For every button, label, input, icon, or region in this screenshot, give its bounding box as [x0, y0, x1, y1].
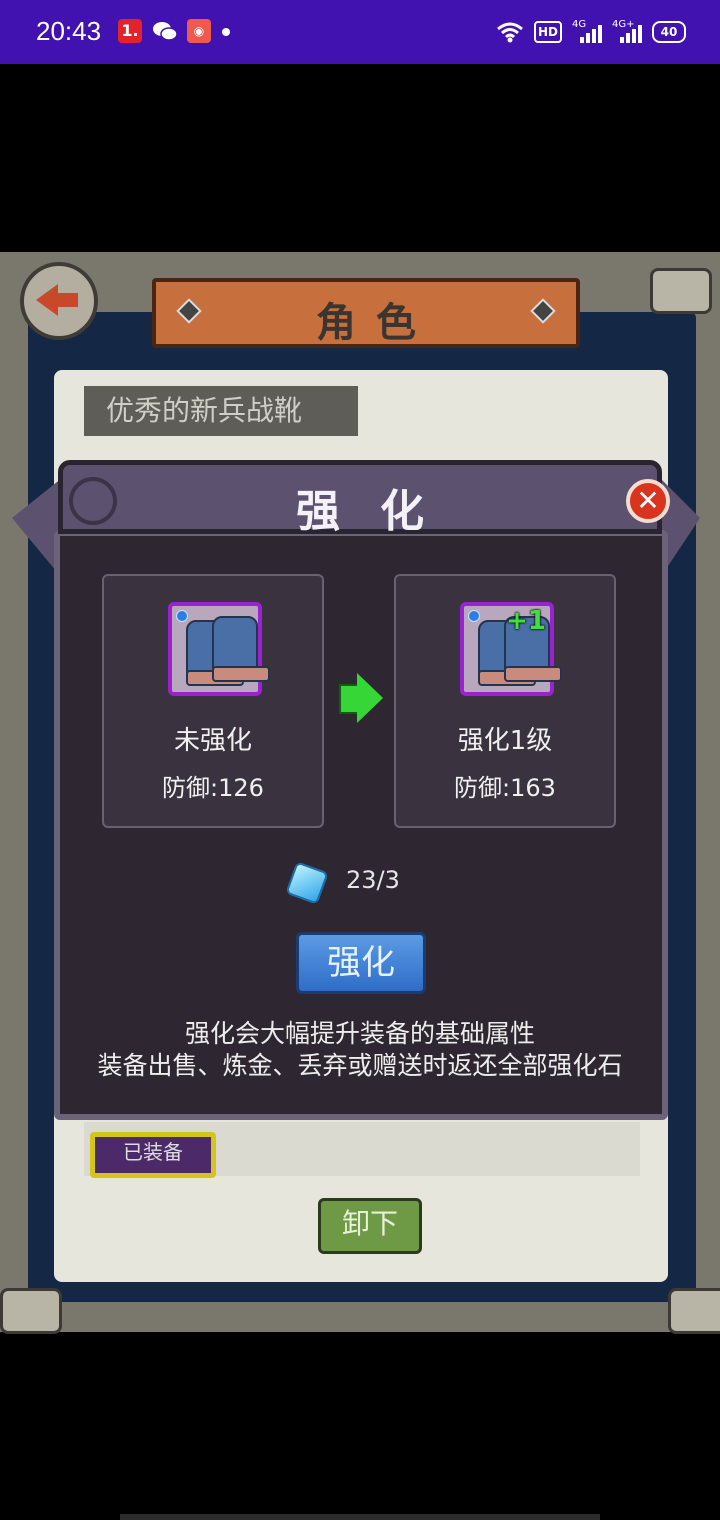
dialog-header: 强化	[58, 460, 662, 537]
app-notification-icon: ◉	[187, 19, 211, 43]
boots-item-icon[interactable]	[168, 602, 270, 696]
stone-ornament	[668, 1288, 720, 1334]
close-icon: ✕	[636, 484, 660, 517]
current-defense-stat: 防御:126	[162, 774, 264, 802]
back-arrow-icon	[36, 284, 58, 316]
info-line: 装备出售、炼金、丢弃或赠送时返还全部强化石	[97, 1051, 623, 1080]
current-item-panel: 未强化 防御:126	[102, 574, 324, 828]
current-level-label: 未强化	[173, 726, 252, 756]
info-line: 强化会大幅提升装备的基础属性	[184, 1019, 535, 1048]
enhanced-item-panel: +1 强化1级 防御:163	[394, 574, 616, 828]
arrow-right-icon	[339, 684, 359, 714]
close-button[interactable]: ✕	[626, 479, 670, 523]
unequip-button[interactable]: 卸下	[318, 1198, 422, 1254]
gem-slot-icon	[176, 610, 188, 622]
hd-voice-icon: HD	[533, 21, 562, 43]
stone-ornament	[0, 1288, 62, 1334]
boot-icon	[212, 616, 270, 682]
arrow-right-head	[357, 673, 383, 723]
enhance-level-badge: +1	[506, 606, 546, 636]
enhance-info: 强化会大幅提升装备的基础属性 装备出售、炼金、丢弃或赠送时返还全部强化石	[64, 1018, 656, 1082]
more-notifications-icon	[222, 28, 230, 36]
next-defense-stat: 防御:163	[454, 774, 556, 802]
system-indicators: HD 4G 4G+ 40	[496, 18, 686, 46]
item-name: 优秀的新兵战靴	[84, 386, 358, 436]
back-arrow-tail	[56, 293, 78, 307]
clock: 20:43	[36, 16, 102, 46]
status-bar: 20:43 1. ◉ HD 4G 4G+ 40	[0, 0, 720, 64]
page-title: 角色	[316, 300, 436, 346]
dialog-title: 强化	[296, 486, 464, 537]
equipped-badge: 已装备	[90, 1132, 216, 1178]
gem-slot-icon	[468, 610, 480, 622]
wifi-icon	[497, 22, 523, 43]
enhance-button[interactable]: 强化	[296, 932, 426, 994]
signal-icon-2: 4G+	[612, 19, 642, 45]
battery-icon: 40	[652, 21, 686, 43]
back-button[interactable]	[20, 262, 98, 340]
stone-ornament	[650, 268, 712, 314]
next-level-label: 强化1级	[457, 726, 553, 756]
title-plank: 角色	[152, 278, 580, 348]
wechat-icon	[153, 22, 178, 41]
navigation-bar[interactable]	[120, 1514, 600, 1520]
signal-icon: 4G	[572, 19, 602, 45]
enhance-stone-count: 23/3	[346, 866, 400, 894]
notification-app-icon: 1.	[118, 19, 142, 43]
boots-item-icon-enhanced[interactable]: +1	[460, 602, 562, 696]
